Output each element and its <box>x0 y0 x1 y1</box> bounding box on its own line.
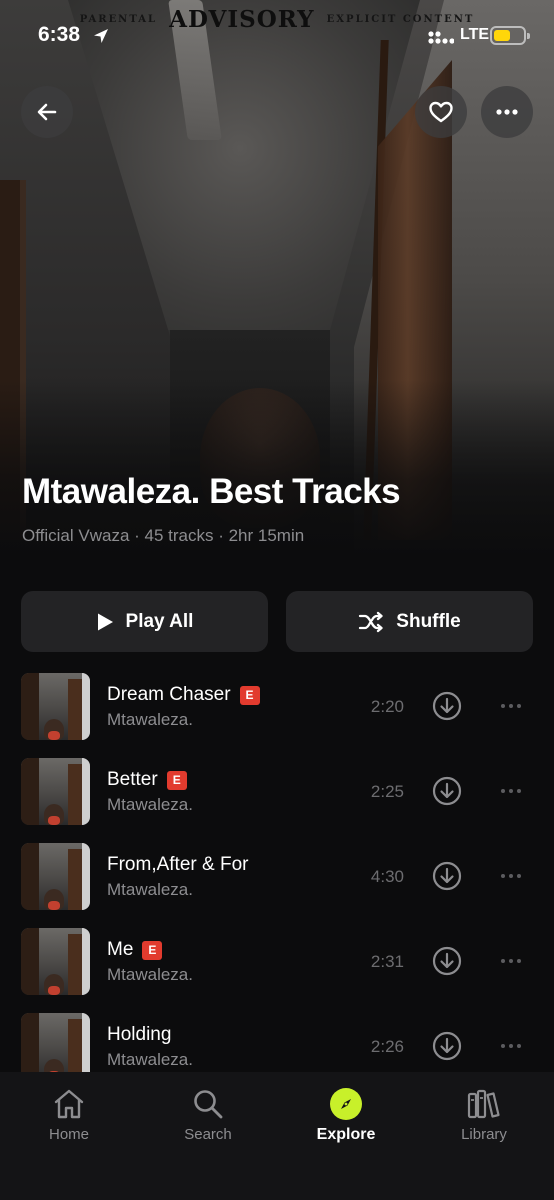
playlist-title: Mtawaleza. Best Tracks <box>22 472 401 511</box>
network-type: LTE <box>460 26 490 43</box>
home-icon <box>54 1089 84 1119</box>
arrow-left-icon <box>37 103 57 121</box>
track-row[interactable]: Me E Mtawaleza. 2:31 <box>0 918 554 1003</box>
track-title: Me <box>107 939 134 960</box>
track-artwork <box>21 758 90 825</box>
tab-home[interactable]: Home <box>14 1088 124 1158</box>
track-row[interactable]: From,After & For Mtawaleza. 4:30 <box>0 833 554 918</box>
download-icon[interactable] <box>432 861 462 891</box>
back-button[interactable] <box>21 86 73 138</box>
track-title-row: Better E <box>107 769 187 791</box>
tab-explore[interactable]: Explore <box>291 1088 401 1158</box>
shuffle-button[interactable]: Shuffle <box>286 591 533 652</box>
track-artist: Mtawaleza. <box>107 710 193 729</box>
play-icon <box>97 613 113 630</box>
like-button[interactable] <box>415 86 467 138</box>
status-bar: 6:38 LTE <box>0 0 554 72</box>
track-artist: Mtawaleza. <box>107 880 193 899</box>
track-duration: 2:26 <box>370 1037 404 1056</box>
playlist-meta: Official Vwaza · 45 tracks · 2hr 15min <box>22 526 305 545</box>
track-duration: 2:31 <box>370 952 404 971</box>
tab-explore-label: Explore <box>316 1126 376 1143</box>
track-duration: 4:30 <box>370 867 404 886</box>
more-horizontal-icon[interactable] <box>498 784 524 798</box>
play-all-button[interactable]: Play All <box>21 591 268 652</box>
track-title: Holding <box>107 1024 172 1045</box>
signal-dots-icon <box>428 31 454 44</box>
tab-search-label: Search <box>184 1126 232 1143</box>
battery-icon <box>490 26 530 45</box>
status-time: 6:38 <box>38 23 81 46</box>
download-icon[interactable] <box>432 776 462 806</box>
track-title-row: Me E <box>107 939 163 961</box>
explicit-badge: E <box>166 770 187 790</box>
shuffle-icon <box>359 611 383 632</box>
track-title: Dream Chaser <box>107 684 231 705</box>
track-artwork <box>21 1013 90 1072</box>
more-horizontal-icon[interactable] <box>498 699 524 713</box>
compass-icon <box>330 1088 362 1120</box>
track-title: From,After & For <box>107 854 249 875</box>
download-icon[interactable] <box>432 1031 462 1061</box>
more-horizontal-icon <box>496 109 518 115</box>
battery-nub <box>527 33 530 39</box>
track-title-row: From,After & For <box>107 854 248 876</box>
download-icon[interactable] <box>432 946 462 976</box>
tab-library-label: Library <box>461 1126 507 1143</box>
shuffle-label: Shuffle <box>396 610 461 632</box>
heart-icon <box>429 101 453 123</box>
search-icon <box>194 1090 223 1119</box>
track-title: Better <box>107 769 158 790</box>
track-row[interactable]: Dream Chaser E Mtawaleza. 2:20 <box>0 663 554 748</box>
track-duration: 2:25 <box>370 782 404 801</box>
track-row[interactable]: Better E Mtawaleza. 2:25 <box>0 748 554 833</box>
explicit-badge: E <box>142 940 163 960</box>
download-icon[interactable] <box>432 691 462 721</box>
more-horizontal-icon[interactable] <box>498 954 524 968</box>
track-artist: Mtawaleza. <box>107 795 193 814</box>
location-arrow-icon <box>94 29 108 43</box>
battery-level <box>494 30 510 41</box>
tab-bar: Home Search Explore Library <box>0 1072 554 1200</box>
more-options-button[interactable] <box>481 86 533 138</box>
tab-home-label: Home <box>48 1126 89 1143</box>
explicit-badge: E <box>239 685 260 705</box>
tab-library[interactable]: Library <box>429 1088 539 1158</box>
track-title-row: Dream Chaser E <box>107 684 260 706</box>
library-icon <box>467 1089 500 1119</box>
track-artist: Mtawaleza. <box>107 1050 193 1069</box>
track-row[interactable]: Holding Mtawaleza. 2:26 <box>0 1003 554 1072</box>
more-horizontal-icon[interactable] <box>498 869 524 883</box>
tab-search[interactable]: Search <box>153 1088 263 1158</box>
more-horizontal-icon[interactable] <box>498 1039 524 1053</box>
track-artwork <box>21 843 90 910</box>
track-list: Dream Chaser E Mtawaleza. 2:20 Better E … <box>0 663 554 1072</box>
track-artwork <box>21 673 90 740</box>
play-all-label: Play All <box>125 610 194 632</box>
track-duration: 2:20 <box>370 697 404 716</box>
track-artist: Mtawaleza. <box>107 965 193 984</box>
track-title-row: Holding <box>107 1024 171 1046</box>
track-artwork <box>21 928 90 995</box>
